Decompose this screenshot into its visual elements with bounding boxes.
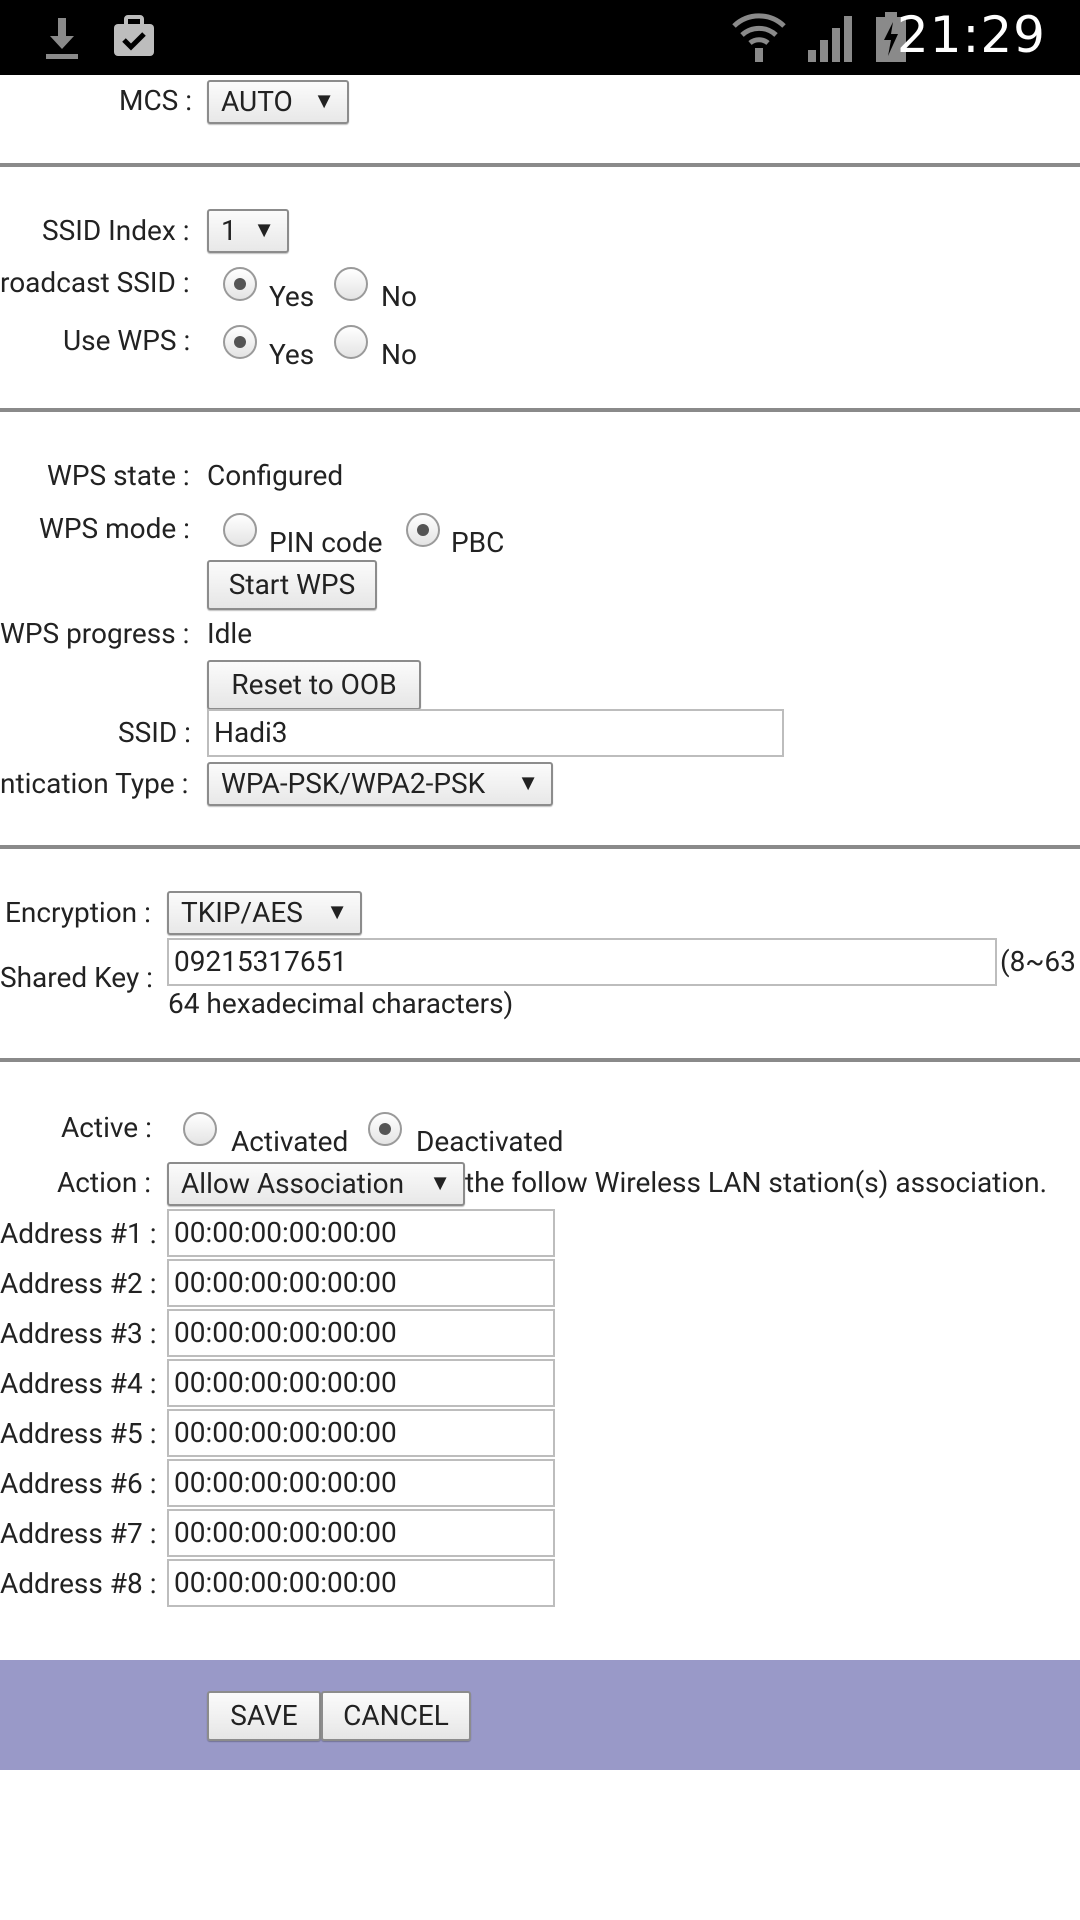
wps-mode-pin-label: PIN code <box>269 526 383 559</box>
chevron-down-icon: ▼ <box>253 218 275 243</box>
mac-address-input[interactable]: 00:00:00:00:00:00 <box>167 1559 555 1607</box>
mac-address-label: Address #2 : <box>0 1267 157 1300</box>
authentication-type-select[interactable]: WPA-PSK/WPA2-PSK ▼ <box>207 762 553 806</box>
use-wps-no-label: No <box>381 338 417 371</box>
active-deactivated-label: Deactivated <box>416 1125 564 1158</box>
action-description: the follow Wireless LAN station(s) assoc… <box>465 1166 1047 1199</box>
use-wps-no-radio[interactable] <box>334 325 368 359</box>
wifi-icon <box>732 13 786 62</box>
divider <box>0 163 1080 167</box>
wps-mode-pbc-label: PBC <box>451 526 505 559</box>
shared-key-input[interactable]: 09215317651 <box>167 938 997 986</box>
mcs-label: MCS : <box>119 84 193 117</box>
divider <box>0 1058 1080 1062</box>
broadcast-ssid-yes-radio[interactable] <box>223 267 257 301</box>
briefcase-check-icon <box>114 15 154 56</box>
mac-address-label: Address #8 : <box>0 1567 157 1600</box>
mac-address-label: Address #3 : <box>0 1317 157 1350</box>
wps-progress-label: WPS progress : <box>0 617 190 650</box>
ssid-index-label: SSID Index : <box>42 214 190 247</box>
authentication-type-label: ntication Type : <box>0 767 189 800</box>
ssid-index-value: 1 <box>221 214 237 247</box>
use-wps-yes-label: Yes <box>269 338 315 371</box>
ssid-label: SSID : <box>118 716 191 749</box>
divider <box>0 408 1080 412</box>
divider <box>0 845 1080 849</box>
ssid-index-select[interactable]: 1 ▼ <box>207 209 289 253</box>
broadcast-ssid-no-label: No <box>381 280 417 313</box>
mac-address-input[interactable]: 00:00:00:00:00:00 <box>167 1409 555 1457</box>
download-icon <box>46 18 78 59</box>
action-label: Action : <box>57 1166 152 1199</box>
chevron-down-icon: ▼ <box>517 771 539 796</box>
shared-key-label: Shared Key : <box>0 961 153 994</box>
broadcast-ssid-yes-label: Yes <box>269 280 315 313</box>
broadcast-ssid-no-radio[interactable] <box>334 267 368 301</box>
action-select[interactable]: Allow Association ▼ <box>167 1162 465 1206</box>
encryption-select[interactable]: TKIP/AES ▼ <box>167 891 362 935</box>
mac-address-label: Address #6 : <box>0 1467 157 1500</box>
status-bar: 21:29 <box>0 0 1080 75</box>
mac-address-input[interactable]: 00:00:00:00:00:00 <box>167 1509 555 1557</box>
mac-address-input[interactable]: 00:00:00:00:00:00 <box>167 1359 555 1407</box>
active-deactivated-radio[interactable] <box>368 1112 402 1146</box>
wps-mode-pin-radio[interactable] <box>223 513 257 547</box>
shared-key-hint-line2: 64 hexadecimal characters) <box>168 987 514 1020</box>
use-wps-yes-radio[interactable] <box>223 325 257 359</box>
encryption-value: TKIP/AES <box>181 896 303 929</box>
active-activated-label: Activated <box>231 1125 349 1158</box>
mac-address-input[interactable]: 00:00:00:00:00:00 <box>167 1459 555 1507</box>
wps-mode-pbc-radio[interactable] <box>406 513 440 547</box>
signal-icon <box>808 16 852 62</box>
mac-address-input[interactable]: 00:00:00:00:00:00 <box>167 1259 555 1307</box>
active-label: Active : <box>61 1111 152 1144</box>
mcs-select[interactable]: AUTO ▼ <box>207 80 349 124</box>
reset-oob-button[interactable]: Reset to OOB <box>207 660 421 710</box>
action-value: Allow Association <box>181 1167 405 1200</box>
save-button[interactable]: SAVE <box>207 1691 321 1741</box>
mcs-value: AUTO <box>221 85 293 118</box>
use-wps-label: Use WPS : <box>63 324 191 357</box>
active-activated-radio[interactable] <box>183 1112 217 1146</box>
wps-progress-value: Idle <box>207 617 253 650</box>
wps-mode-label: WPS mode : <box>39 512 190 545</box>
chevron-down-icon: ▼ <box>326 900 348 925</box>
chevron-down-icon: ▼ <box>429 1171 451 1196</box>
start-wps-button[interactable]: Start WPS <box>207 560 377 610</box>
mac-address-label: Address #7 : <box>0 1517 157 1550</box>
mac-address-input[interactable]: 00:00:00:00:00:00 <box>167 1309 555 1357</box>
broadcast-ssid-label: roadcast SSID : <box>0 266 190 299</box>
mac-address-label: Address #1 : <box>0 1217 157 1250</box>
cancel-button[interactable]: CANCEL <box>321 1691 471 1741</box>
mac-address-label: Address #5 : <box>0 1417 157 1450</box>
mac-address-input[interactable]: 00:00:00:00:00:00 <box>167 1209 555 1257</box>
shared-key-hint: (8~63 <box>1000 945 1076 978</box>
ssid-input[interactable]: Hadi3 <box>207 709 784 757</box>
form-footer: SAVE CANCEL <box>0 1660 1080 1770</box>
wps-state-label: WPS state : <box>47 459 190 492</box>
chevron-down-icon: ▼ <box>313 89 335 114</box>
authentication-type-value: WPA-PSK/WPA2-PSK <box>221 767 486 800</box>
mac-address-label: Address #4 : <box>0 1367 157 1400</box>
status-time: 21:29 <box>896 6 1046 64</box>
encryption-label: Encryption : <box>5 896 151 929</box>
wps-state-value: Configured <box>207 459 344 492</box>
